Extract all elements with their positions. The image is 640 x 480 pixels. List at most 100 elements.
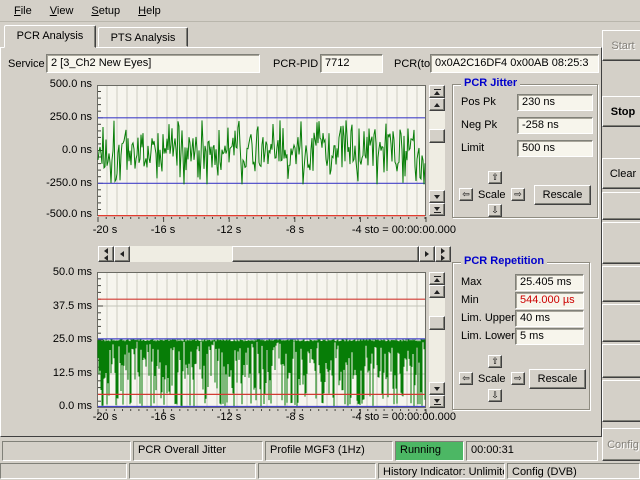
time-horizontal-scrollbar[interactable] bbox=[98, 246, 451, 262]
rep-scale-down-button[interactable]: ⇩ bbox=[488, 389, 502, 402]
left-arrow-icon: ⇦ bbox=[462, 373, 470, 383]
jitter-xtick-16: -16 s bbox=[137, 224, 189, 236]
rep-scale-label: Scale bbox=[478, 373, 506, 385]
rep-scroll-bottom-button[interactable] bbox=[429, 395, 445, 408]
rep-xtick-20: -20 s bbox=[79, 411, 131, 423]
service-label: Service bbox=[8, 58, 45, 70]
side-blank-button-1[interactable] bbox=[602, 192, 640, 220]
rep-xtick-16: -16 s bbox=[137, 411, 189, 423]
down-arrow-icon: ⇩ bbox=[491, 390, 499, 400]
rep-scale-left-button[interactable]: ⇦ bbox=[459, 372, 473, 385]
up-arrow-icon: ⇧ bbox=[491, 356, 499, 366]
status-history-indicator: History Indicator: Unlimited bbox=[378, 463, 505, 479]
clear-button[interactable]: Clear bbox=[602, 158, 640, 189]
jitter-limit-value: 500 ns bbox=[517, 140, 593, 157]
pcr-to-label: PCR(to) bbox=[394, 58, 434, 70]
jitter-ytick-250: 250.0 ns bbox=[12, 111, 92, 123]
rep-xtick-8: -8 s bbox=[269, 411, 321, 423]
stop-button[interactable]: Stop bbox=[602, 96, 640, 127]
scroll-far-left-button[interactable] bbox=[98, 246, 114, 262]
right-arrow-icon: ⇨ bbox=[514, 189, 522, 199]
rep-scroll-top-button[interactable] bbox=[429, 272, 445, 285]
jitter-scroll-up-button[interactable] bbox=[429, 98, 445, 111]
rep-xaxis-end-label: to = 00:00:00.000 bbox=[366, 411, 456, 423]
scroll-far-right-button[interactable] bbox=[435, 246, 451, 262]
repetition-chart-plot bbox=[97, 272, 427, 417]
menu-file[interactable]: File bbox=[6, 3, 40, 19]
lim-upper-label: Lim. Upper bbox=[461, 312, 515, 324]
jitter-vertical-scrollbar[interactable] bbox=[429, 85, 445, 216]
rep-min-value: 544.000 µs bbox=[515, 292, 584, 309]
start-button[interactable]: Start bbox=[602, 30, 640, 61]
rep-scroll-up-button[interactable] bbox=[429, 285, 445, 298]
jitter-scale-label: Scale bbox=[478, 189, 506, 201]
pcr-jitter-panel-title: PCR Jitter bbox=[461, 77, 520, 89]
status2-empty-3 bbox=[258, 463, 376, 479]
jitter-ytick-0: 0.0 ns bbox=[12, 144, 92, 156]
pcr-repetition-panel: PCR Repetition Max 25.405 ms Min 544.000… bbox=[452, 262, 590, 410]
side-blank-button-5[interactable] bbox=[602, 344, 640, 378]
config-button[interactable]: Config bbox=[602, 428, 640, 461]
lim-upper-value: 40 ms bbox=[515, 310, 584, 327]
pcr-to-field: 0x0A2C16DF4 0x00AB 08:25:3 bbox=[430, 54, 599, 73]
jitter-ytick-500: 500.0 ns bbox=[12, 78, 92, 90]
status-elapsed-time: 00:00:31 bbox=[466, 441, 598, 461]
service-field[interactable]: 2 [3_Ch2 New Eyes] bbox=[46, 54, 260, 73]
rep-scroll-down-button[interactable] bbox=[429, 382, 445, 395]
jitter-scale-right-button[interactable]: ⇨ bbox=[511, 188, 525, 201]
tab-pcr-analysis[interactable]: PCR Analysis bbox=[4, 25, 96, 48]
rep-max-value: 25.405 ms bbox=[515, 274, 584, 291]
jitter-scroll-top-button[interactable] bbox=[429, 85, 445, 98]
down-arrow-icon: ⇩ bbox=[491, 205, 499, 215]
jitter-scroll-thumb[interactable] bbox=[429, 129, 445, 143]
rep-rescale-button[interactable]: Rescale bbox=[529, 369, 586, 389]
lim-lower-value: 5 ms bbox=[515, 328, 584, 345]
left-arrow-icon: ⇦ bbox=[462, 189, 470, 199]
jitter-xtick-8: -8 s bbox=[269, 224, 321, 236]
jitter-chart-plot bbox=[97, 85, 427, 225]
rep-scroll-thumb[interactable] bbox=[429, 316, 445, 330]
pcr-analyzer-window: File View Setup Help PCR Analysis PTS An… bbox=[0, 0, 640, 480]
side-blank-button-6[interactable] bbox=[602, 380, 640, 422]
jitter-xtick-12: -12 s bbox=[203, 224, 255, 236]
scroll-right-button[interactable] bbox=[419, 246, 435, 262]
time-scroll-thumb[interactable] bbox=[232, 246, 419, 262]
status-running-badge: Running bbox=[395, 441, 464, 461]
status-measurement-mode: PCR Overall Jitter bbox=[133, 441, 263, 461]
side-blank-button-2[interactable] bbox=[602, 222, 640, 264]
rep-ytick-50: 50.0 ms bbox=[12, 266, 92, 278]
jitter-scale-left-button[interactable]: ⇦ bbox=[459, 188, 473, 201]
jitter-scroll-down-button[interactable] bbox=[429, 190, 445, 203]
rep-max-label: Max bbox=[461, 276, 482, 288]
jitter-ytick-n250: -250.0 ns bbox=[12, 177, 92, 189]
side-blank-button-4[interactable] bbox=[602, 304, 640, 342]
jitter-scale-up-button[interactable]: ⇧ bbox=[488, 171, 502, 184]
status-config-standard: Config (DVB) bbox=[507, 463, 640, 479]
tab-pts-analysis[interactable]: PTS Analysis bbox=[98, 27, 188, 47]
rep-ytick-125: 12.5 ms bbox=[12, 367, 92, 379]
up-arrow-icon: ⇧ bbox=[491, 172, 499, 182]
menu-setup[interactable]: Setup bbox=[83, 3, 128, 19]
lim-lower-label: Lim. Lower bbox=[461, 330, 515, 342]
jitter-ytick-n500: -500.0 ns bbox=[12, 208, 92, 220]
rep-scale-up-button[interactable]: ⇧ bbox=[488, 355, 502, 368]
rep-ytick-375: 37.5 ms bbox=[12, 300, 92, 312]
jitter-rescale-button[interactable]: Rescale bbox=[534, 185, 591, 205]
jitter-scroll-bottom-button[interactable] bbox=[429, 203, 445, 216]
menu-help[interactable]: Help bbox=[130, 3, 169, 19]
status-panel-empty-1 bbox=[2, 441, 131, 461]
jitter-xaxis-end-label: to = 00:00:00.000 bbox=[366, 224, 456, 236]
right-arrow-icon: ⇨ bbox=[514, 373, 522, 383]
side-blank-button-3[interactable] bbox=[602, 266, 640, 302]
rep-min-label: Min bbox=[461, 294, 479, 306]
scroll-left-button[interactable] bbox=[114, 246, 130, 262]
pcr-pid-label: PCR-PID bbox=[273, 58, 318, 70]
menu-bar: File View Setup Help bbox=[0, 0, 640, 22]
rep-scale-right-button[interactable]: ⇨ bbox=[511, 372, 525, 385]
repetition-vertical-scrollbar[interactable] bbox=[429, 272, 445, 408]
pcr-jitter-panel: PCR Jitter Pos Pk 230 ns Neg Pk -258 ns … bbox=[452, 84, 598, 218]
jitter-scale-down-button[interactable]: ⇩ bbox=[488, 204, 502, 217]
menu-view[interactable]: View bbox=[42, 3, 82, 19]
pcr-pid-field[interactable]: 7712 bbox=[320, 54, 383, 73]
pos-pk-label: Pos Pk bbox=[461, 96, 496, 108]
